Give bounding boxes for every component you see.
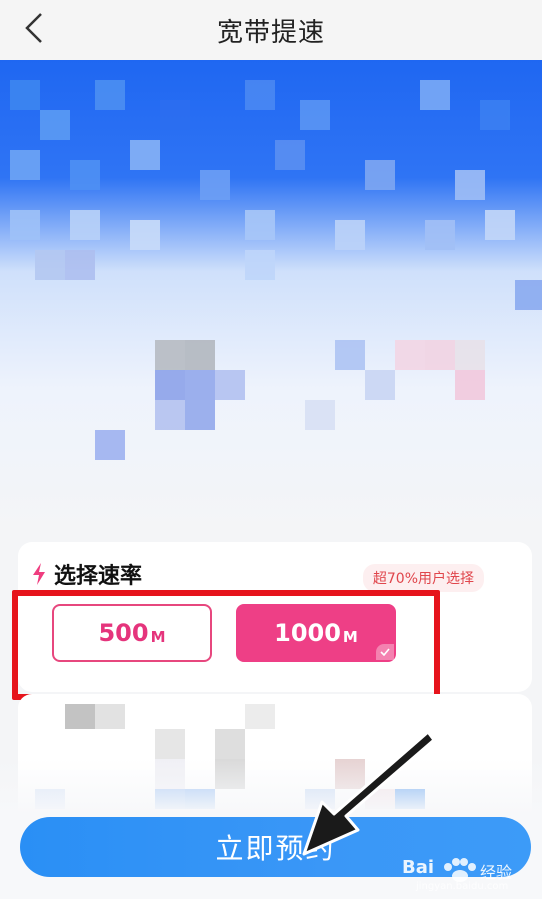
annotation-highlight-box bbox=[12, 590, 440, 700]
promo-banner-image bbox=[0, 60, 542, 530]
back-button[interactable] bbox=[14, 8, 54, 48]
book-now-button[interactable]: 立即预约 bbox=[20, 817, 531, 877]
top-nav-bar: 宽带提速 bbox=[0, 0, 542, 60]
popular-badge: 超70%用户选择 bbox=[362, 564, 484, 592]
lightning-icon bbox=[33, 563, 45, 585]
chevron-left-icon bbox=[25, 13, 42, 43]
page-title: 宽带提速 bbox=[216, 17, 325, 48]
speed-section-header: 选择速率 bbox=[32, 558, 142, 590]
speed-section-title: 选择速率 bbox=[54, 564, 143, 589]
blurred-banner-mosaic bbox=[10, 80, 542, 460]
